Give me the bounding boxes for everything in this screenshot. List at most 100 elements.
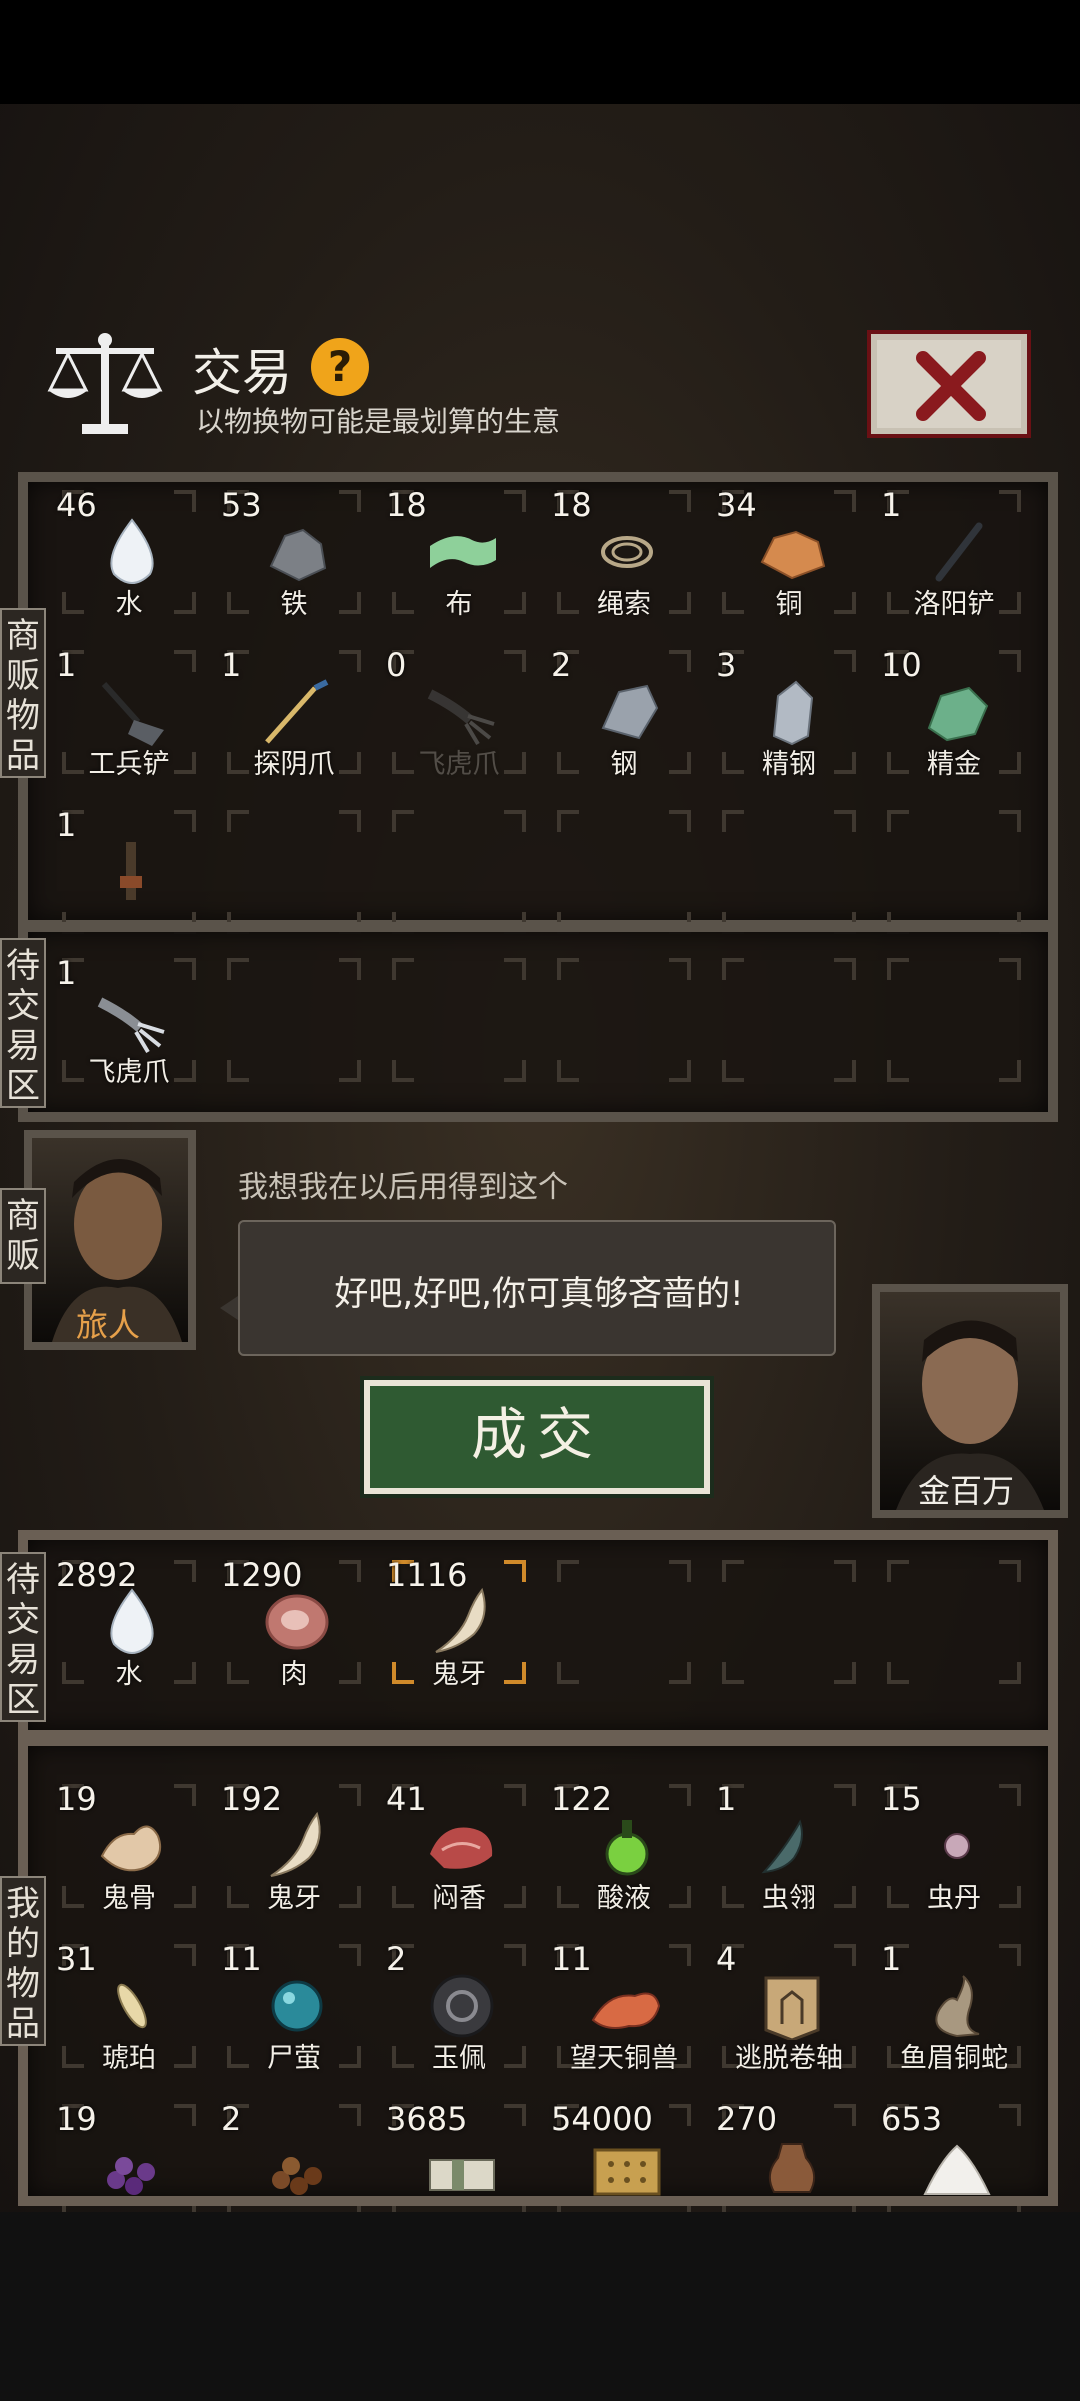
cloth-icon xyxy=(424,516,500,586)
slot-corner xyxy=(227,810,249,832)
item-slot[interactable]: 192 鬼牙 xyxy=(219,1776,369,1916)
slot-corner xyxy=(392,810,414,832)
tab-my-pending-label: 待 交 易 区 xyxy=(6,1560,40,1720)
tab-my-pending[interactable]: 待 交 易 区 xyxy=(0,1552,46,1722)
slot-corner xyxy=(339,1560,361,1582)
slot-corner xyxy=(392,958,414,980)
page-title: 交易 xyxy=(192,344,292,402)
slot-corner xyxy=(504,810,526,832)
item-slot[interactable]: 31 琥珀 xyxy=(54,1936,204,2076)
item-slot[interactable]: 1 虫翎 xyxy=(714,1776,864,1916)
tab-merchant[interactable]: 商 贩 xyxy=(0,1188,46,1284)
item-name: 水 xyxy=(115,1659,143,1690)
item-slot[interactable]: 1 洛阳铲 xyxy=(879,482,1029,622)
sapper-shovel-icon xyxy=(94,676,170,746)
slot-corner xyxy=(887,958,909,980)
slot-corner xyxy=(557,1060,579,1082)
acid-flask-icon xyxy=(589,1810,665,1880)
slot-corner xyxy=(227,1060,249,1082)
item-slot[interactable]: 1 鱼眉铜蛇 xyxy=(879,1936,1029,2076)
item-count: 0 xyxy=(386,646,407,684)
item-count: 1 xyxy=(221,646,242,684)
item-slot[interactable]: 4 逃脱卷轴 xyxy=(714,1936,864,2076)
empty-slot[interactable] xyxy=(714,1552,864,1692)
item-slot[interactable]: 3 精钢 xyxy=(714,642,864,782)
item-slot[interactable]: 11 望天铜兽 xyxy=(549,1936,699,2076)
item-slot[interactable]: 53 铁 xyxy=(219,482,369,622)
item-slot[interactable]: 18 绳索 xyxy=(549,482,699,622)
slot-corner xyxy=(834,1662,856,1684)
empty-slot[interactable] xyxy=(549,950,699,1090)
player-speech-bubble: 好吧,好吧,你可真够吝啬的! xyxy=(238,1220,836,1356)
item-count: 1290 xyxy=(221,1556,303,1594)
amber-icon xyxy=(94,1970,170,2040)
item-name: 鱼眉铜蛇 xyxy=(900,2043,1008,2074)
empty-slot[interactable] xyxy=(219,950,369,1090)
item-slot[interactable]: 2钢 xyxy=(549,642,699,782)
slot-corner xyxy=(722,810,744,832)
empty-slot[interactable] xyxy=(549,1552,699,1692)
item-slot[interactable]: 1116 鬼牙 xyxy=(384,1552,534,1692)
fine-gold-icon xyxy=(919,676,995,746)
item-slot[interactable]: 34 铜 xyxy=(714,482,864,622)
item-slot[interactable]: 18 布 xyxy=(384,482,534,622)
item-count: 653 xyxy=(881,2100,943,2138)
deal-button[interactable]: 成交 xyxy=(364,1380,710,1494)
item-count: 3 xyxy=(716,646,737,684)
empty-slot[interactable] xyxy=(879,1552,1029,1692)
empty-slot[interactable] xyxy=(879,950,1029,1090)
item-count: 46 xyxy=(56,486,97,524)
item-slot[interactable]: 11 尸萤 xyxy=(219,1936,369,2076)
item-slot[interactable]: 122 酸液 xyxy=(549,1776,699,1916)
merchant-speech: 我想我在以后用得到这个 xyxy=(238,1170,568,1205)
item-count: 1 xyxy=(716,1780,737,1818)
item-slot[interactable]: 1 飞虎爪 xyxy=(54,950,204,1090)
item-count: 11 xyxy=(551,1940,592,1978)
empty-slot[interactable] xyxy=(549,802,699,942)
money-stack-icon xyxy=(424,2130,500,2200)
item-slot[interactable]: 19 鬼骨 xyxy=(54,1776,204,1916)
slot-corner xyxy=(999,490,1021,512)
item-slot[interactable]: 1 探阴爪 xyxy=(219,642,369,782)
slot-corner xyxy=(504,650,526,672)
tool-icon xyxy=(94,836,170,906)
item-count: 34 xyxy=(716,486,757,524)
copper-ore-icon xyxy=(754,516,830,586)
empty-slot[interactable] xyxy=(384,950,534,1090)
slot-corner xyxy=(669,2104,691,2126)
empty-slot[interactable] xyxy=(714,950,864,1090)
item-slot[interactable]: 15 虫丹 xyxy=(879,1776,1029,1916)
item-slot[interactable]: 1290 肉 xyxy=(219,1552,369,1692)
slot-corner xyxy=(834,1560,856,1582)
slot-corner xyxy=(834,1784,856,1806)
item-slot[interactable]: 1 工兵铲 xyxy=(54,642,204,782)
item-name: 虫翎 xyxy=(762,1883,816,1914)
item-slot[interactable]: 41 闷香 xyxy=(384,1776,534,1916)
slot-corner xyxy=(557,810,579,832)
tab-merchant-items[interactable]: 商 贩 物 品 xyxy=(0,608,46,778)
tab-merchant-pending[interactable]: 待 交 易 区 xyxy=(0,938,46,1108)
empty-slot[interactable] xyxy=(879,802,1029,942)
item-slot[interactable]: 2 玉佩 xyxy=(384,1936,534,2076)
escape-scroll-icon xyxy=(754,1970,830,2042)
slot-corner xyxy=(504,1060,526,1082)
tab-my-items[interactable]: 我 的 物 品 xyxy=(0,1876,46,2046)
item-count: 54000 xyxy=(551,2100,653,2138)
help-icon[interactable]: ? xyxy=(311,338,369,396)
item-name: 布 xyxy=(445,589,473,620)
slot-corner xyxy=(669,650,691,672)
item-name: 望天铜兽 xyxy=(570,2043,678,2074)
slot-corner xyxy=(174,1944,196,1966)
empty-slot[interactable] xyxy=(714,802,864,942)
item-slot[interactable]: 46 水 xyxy=(54,482,204,622)
item-slot[interactable]: 1 xyxy=(54,802,204,942)
close-button[interactable] xyxy=(867,330,1031,438)
item-slot[interactable]: 0 飞虎爪 xyxy=(384,642,534,782)
item-name: 琥珀 xyxy=(102,2043,156,2074)
empty-slot[interactable] xyxy=(384,802,534,942)
pottery-icon xyxy=(754,2130,830,2200)
item-slot[interactable]: 2892 水 xyxy=(54,1552,204,1692)
item-slot[interactable]: 10 精金 xyxy=(879,642,1029,782)
empty-slot[interactable] xyxy=(219,802,369,942)
meat-icon xyxy=(259,1586,335,1656)
